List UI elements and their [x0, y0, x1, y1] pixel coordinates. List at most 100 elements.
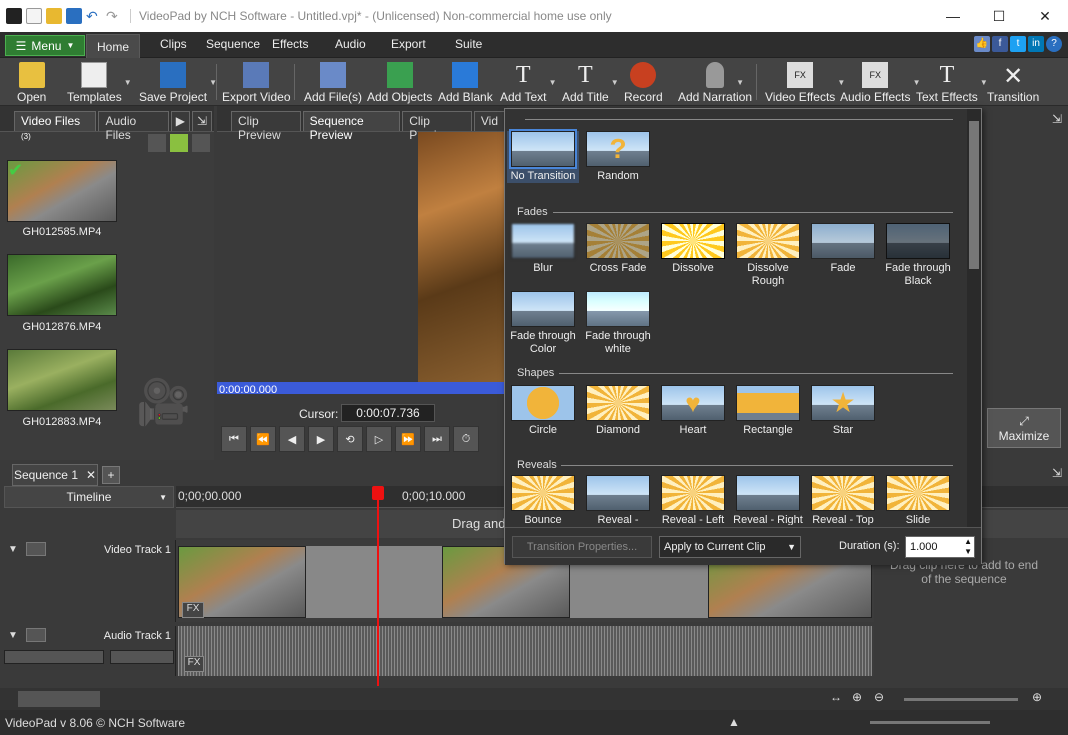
transition-button[interactable]: ✕ Transition	[987, 62, 1039, 104]
transition-reveal-right[interactable]: Reveal - Right	[732, 475, 804, 525]
new-project-icon[interactable]	[26, 8, 42, 24]
delete-icon[interactable]	[148, 134, 166, 152]
tab-vi[interactable]: Vid	[473, 111, 506, 131]
transition-random[interactable]: ? Random	[582, 131, 654, 183]
transition-bounce[interactable]: Bounce	[507, 475, 579, 525]
pan-slider[interactable]	[110, 650, 174, 664]
audio-effects-button[interactable]: FX Audio Effects ▼	[840, 62, 921, 104]
linkedin-icon[interactable]: in	[1028, 36, 1044, 52]
maximize-window-button[interactable]: ☐	[976, 0, 1022, 32]
transition-reveal[interactable]: Reveal -	[582, 475, 654, 525]
save-project-button[interactable]: Save Project ▼	[139, 62, 217, 104]
open-button[interactable]: Open	[17, 62, 46, 104]
preview-scrubber[interactable]: 0:00:00.000	[217, 382, 507, 396]
transition-dissolve[interactable]: Dissolve	[657, 223, 729, 275]
tab-effects[interactable]: Effects	[272, 37, 308, 51]
undock-icon[interactable]: ⇲	[191, 111, 212, 131]
transition-circle[interactable]: Circle	[507, 385, 579, 437]
master-volume-slider[interactable]	[870, 721, 990, 724]
stepper-icon[interactable]: ▲ ▼	[964, 537, 972, 557]
tab-audio[interactable]: Audio	[335, 37, 366, 51]
menu-button[interactable]: ☰ Menu ▼	[5, 35, 85, 56]
loop-icon[interactable]: ⟲	[337, 426, 363, 452]
save-icon[interactable]	[66, 8, 82, 24]
tab-clip-preview[interactable]: Clip Preview	[231, 111, 301, 142]
tab-sequence[interactable]: Sequence	[206, 37, 260, 51]
zoom-out-icon[interactable]: ⊖	[874, 690, 884, 704]
redo-icon[interactable]: ↷	[106, 8, 122, 24]
transition-cross-fade[interactable]: Cross Fade	[582, 223, 654, 275]
transition-reveal-left[interactable]: Reveal - Left	[657, 475, 729, 525]
prev-frame-icon[interactable]: ⏪	[250, 426, 276, 452]
scrollbar-thumb[interactable]	[18, 691, 100, 707]
transition-star[interactable]: ★ Star	[807, 385, 879, 437]
transition-slide[interactable]: Slide	[882, 475, 954, 525]
add-narration-button[interactable]: Add Narration ▼	[678, 62, 752, 104]
add-sequence-button[interactable]: +	[102, 466, 120, 484]
duration-input[interactable]: 1.000 ▲ ▼	[905, 536, 975, 558]
templates-button[interactable]: Templates ▼	[67, 62, 132, 104]
fx-icon[interactable]: FX	[182, 602, 204, 618]
speed-icon[interactable]: ⏱	[453, 426, 479, 452]
media-thumbnail[interactable]	[7, 160, 117, 222]
maximize-button[interactable]: ⤢ Maximize	[987, 408, 1061, 448]
tab-export[interactable]: Export	[391, 37, 426, 51]
tab-suite[interactable]: Suite	[455, 37, 482, 51]
transition-reveal-top[interactable]: Reveal - Top	[807, 475, 879, 525]
transition-diamond[interactable]: Diamond	[582, 385, 654, 437]
transition-blur[interactable]: Blur	[507, 223, 579, 275]
add-folder-icon[interactable]	[170, 134, 188, 152]
tab-sequence-preview[interactable]: Sequence Preview	[302, 111, 401, 142]
tab-home[interactable]: Home	[86, 34, 140, 58]
volume-slider[interactable]	[4, 650, 104, 664]
popup-scrollbar[interactable]	[967, 109, 981, 527]
transition-fade-through-white[interactable]: Fade through white	[582, 291, 654, 356]
apply-scope-dropdown[interactable]: Apply to Current Clip ▼	[659, 536, 801, 558]
help-icon[interactable]: ?	[1046, 36, 1062, 52]
tab-audio-files[interactable]: Audio Files	[98, 111, 169, 142]
export-video-button[interactable]: Export Video	[222, 62, 291, 104]
twitter-icon[interactable]: t	[1010, 36, 1026, 52]
undock-icon[interactable]: ⇲	[1052, 112, 1062, 126]
play-icon[interactable]: ▶	[308, 426, 334, 452]
tab-clips[interactable]: Clips	[160, 37, 187, 51]
transition-fade[interactable]: Fade	[807, 223, 879, 275]
transition-fade-through-color[interactable]: Fade through Color	[507, 291, 579, 356]
like-icon[interactable]: 👍	[974, 36, 990, 52]
zoom-slider[interactable]	[904, 698, 1018, 701]
record-button[interactable]: Record	[624, 62, 663, 104]
speaker-icon[interactable]	[26, 628, 46, 642]
media-thumbnail[interactable]	[7, 349, 117, 411]
transition-dissolve-rough[interactable]: Dissolve Rough	[732, 223, 804, 288]
expand-up-icon[interactable]: ▲	[728, 715, 740, 729]
close-window-button[interactable]: ✕	[1022, 0, 1068, 32]
step-back-icon[interactable]: ◀	[279, 426, 305, 452]
tab-sequence-1[interactable]: Sequence 1 ✕	[12, 464, 98, 486]
zoom-in-icon[interactable]: ⊕	[1032, 690, 1042, 704]
open-folder-icon[interactable]	[46, 8, 62, 24]
close-icon[interactable]: ✕	[86, 468, 96, 482]
zoom-fit-icon[interactable]: ⊕	[852, 690, 862, 704]
next-frame-icon[interactable]: ⏩	[395, 426, 421, 452]
clip-gap[interactable]	[306, 546, 442, 618]
transition-fade-through-black[interactable]: Fade through Black	[882, 223, 954, 288]
tab-clip-preview-2[interactable]: Clip Preview	[402, 111, 472, 142]
cursor-time-field[interactable]: 0:00:07.736	[341, 404, 435, 422]
step-forward-icon[interactable]: ▷	[366, 426, 392, 452]
collapse-icon[interactable]: ▼	[8, 630, 18, 641]
timeline-mode-dropdown[interactable]: Timeline ▼	[4, 486, 174, 508]
undock-icon[interactable]: ⇲	[1052, 466, 1062, 480]
fit-icon[interactable]: ↔	[830, 690, 842, 704]
eye-icon[interactable]	[26, 542, 46, 556]
add-objects-button[interactable]: Add Objects	[367, 62, 432, 104]
fx-icon[interactable]: FX	[184, 656, 204, 672]
media-thumbnail[interactable]	[7, 254, 117, 316]
audio-waveform[interactable]	[178, 626, 872, 676]
transition-no-transition[interactable]: No Transition	[507, 129, 579, 183]
skip-start-icon[interactable]: ⏮	[221, 426, 247, 452]
playhead[interactable]	[377, 486, 379, 686]
transition-rectangle[interactable]: Rectangle	[732, 385, 804, 437]
timeline-scrollbar[interactable]: ↔ ⊕ ⊖ ⊕	[0, 688, 1068, 710]
transition-heart[interactable]: ♥ Heart	[657, 385, 729, 437]
facebook-icon[interactable]: f	[992, 36, 1008, 52]
